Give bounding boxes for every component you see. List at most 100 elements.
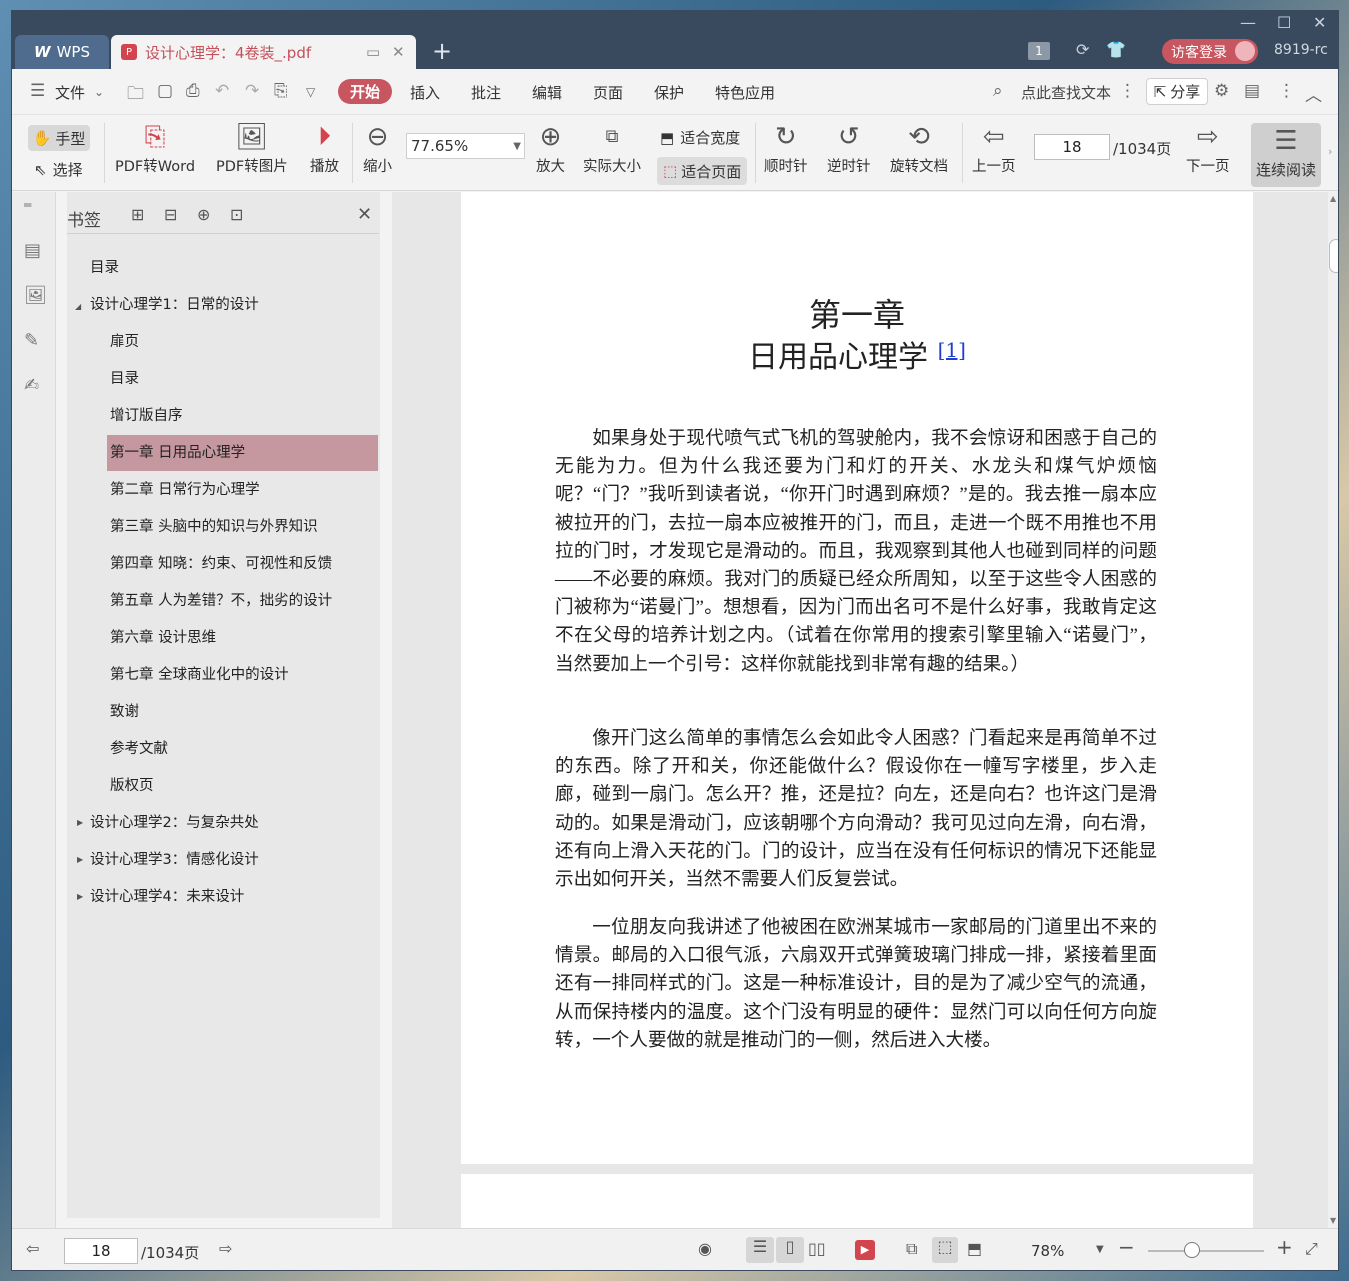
zoom-in-button[interactable]: ⊕ 放大 <box>536 119 565 176</box>
document-viewport[interactable]: 第一章 日用品心理学 [1] 如果身处于现代喷气式飞机的驾驶舱内，我不会惊讶和困… <box>392 192 1328 1228</box>
print-icon[interactable]: ⎙ <box>186 81 200 101</box>
collapse-ribbon-icon[interactable]: ︿ <box>1305 81 1322 106</box>
thumbnail-icon[interactable]: 🖼 <box>24 285 47 306</box>
next-page-button[interactable]: ⇨ 下一页 <box>1186 119 1230 176</box>
menu-start[interactable]: 开始 <box>338 79 393 104</box>
export-icon[interactable]: ⎘ <box>274 81 288 101</box>
page-number-input[interactable]: 18 <box>1034 134 1110 160</box>
expanded-triangle-icon[interactable]: ◢ <box>75 302 81 311</box>
undo-icon[interactable]: ↶ <box>215 81 229 101</box>
zoom-slider-track[interactable] <box>1148 1250 1264 1252</box>
select-tool-button[interactable]: ⇖ 选择 <box>34 159 83 180</box>
collapse-all-icon[interactable]: ⊟ <box>164 205 177 224</box>
minimize-icon[interactable]: — <box>1240 13 1256 32</box>
bookmark-item[interactable]: 第五章 人为差错？不，拙劣的设计 <box>110 583 332 619</box>
status-zoom-value[interactable]: 78% <box>1031 1242 1064 1260</box>
menu-insert[interactable]: 插入 <box>410 82 440 103</box>
bookmark-item[interactable]: 第三章 头脑中的知识与外界知识 <box>110 509 318 545</box>
menu-page[interactable]: 页面 <box>593 82 623 103</box>
fit-width-status-icon[interactable]: ⬒ <box>967 1239 982 1258</box>
play-status-icon[interactable]: ▶ <box>855 1240 875 1260</box>
play-button[interactable]: ⏵ 播放 <box>310 119 339 176</box>
sync-icon[interactable]: ⟳ <box>1076 40 1089 59</box>
bookmark-item[interactable]: 第四章 知晓：约束、可视性和反馈 <box>110 546 332 582</box>
more-vertical-icon[interactable]: ⋮ <box>1119 81 1136 101</box>
eye-protection-icon[interactable]: ◉ <box>698 1239 712 1258</box>
menu-annotate[interactable]: 批注 <box>471 82 501 103</box>
bookmark-item[interactable]: 设计心理学3：情感化设计 <box>90 842 259 878</box>
bookmark-item[interactable]: 第二章 日常行为心理学 <box>110 472 260 508</box>
continuous-reading-button[interactable]: ☰ 连续阅读 <box>1251 123 1321 187</box>
scrollbar-thumb[interactable] <box>1329 239 1338 273</box>
scroll-up-arrow-icon[interactable]: ▲ <box>1330 194 1336 203</box>
collapsed-triangle-icon[interactable]: ▶ <box>77 818 83 827</box>
bookmark-item[interactable]: 参考文献 <box>110 731 168 767</box>
rotate-counterclockwise-button[interactable]: ↺ 逆时针 <box>827 119 871 176</box>
signature-icon[interactable]: ✍ <box>24 375 39 396</box>
save-icon[interactable]: ▢ <box>157 81 173 101</box>
single-page-view-icon[interactable]: ▯ <box>776 1237 804 1263</box>
bookmark-item[interactable]: 版权页 <box>110 768 154 804</box>
zoom-level-select[interactable]: 77.65% ▼ <box>406 133 525 159</box>
two-page-view-icon[interactable]: ▯▯ <box>808 1239 826 1258</box>
zoom-out-button[interactable]: ⊖ 缩小 <box>363 119 392 176</box>
more-options-icon[interactable]: ⋮ <box>1278 81 1295 101</box>
close-window-icon[interactable]: ✕ <box>1313 13 1326 32</box>
new-tab-button[interactable]: + <box>432 39 452 63</box>
bookmark-item[interactable]: 增订版自序 <box>110 398 183 434</box>
ribbon-scroll-right-icon[interactable]: › <box>1328 145 1332 158</box>
footnote-link[interactable]: [1] <box>938 338 966 362</box>
guest-login-button[interactable]: 访客登录 <box>1162 39 1258 64</box>
close-panel-icon[interactable]: ✕ <box>357 204 372 225</box>
bookmark-item[interactable]: 第六章 设计思维 <box>110 620 216 656</box>
fit-page-status-icon[interactable]: ⬚ <box>932 1237 958 1263</box>
rotate-document-button[interactable]: ⟲ 旋转文档 <box>890 119 948 176</box>
bookmark-item-selected[interactable]: 第一章 日用品心理学 <box>107 435 378 471</box>
status-page-input[interactable]: 18 <box>64 1238 138 1264</box>
window-count-badge[interactable]: 1 <box>1028 42 1050 60</box>
bookmark-item[interactable]: 设计心理学4：未来设计 <box>90 879 244 915</box>
zoom-out-status-icon[interactable]: − <box>1118 1235 1135 1259</box>
chevron-down-icon[interactable]: ⌄ <box>94 85 104 99</box>
actual-size-status-icon[interactable]: ⧉ <box>906 1239 917 1259</box>
previous-page-status-icon[interactable]: ⇦ <box>26 1239 39 1258</box>
actual-size-button[interactable]: ⧉ 实际大小 <box>583 119 641 176</box>
annotation-icon[interactable]: ✎ <box>24 330 39 351</box>
bookmark-list-icon[interactable]: ▤ <box>24 240 41 261</box>
hand-tool-button[interactable]: ✋ 手型 <box>28 125 90 151</box>
settings-gear-icon[interactable]: ⚙ <box>1214 81 1229 101</box>
bookmark-item[interactable]: 目录 <box>90 250 119 286</box>
pdf-to-image-button[interactable]: 🖼 PDF转图片 <box>216 119 288 176</box>
vertical-scrollbar[interactable]: ▲ ▼ <box>1328 192 1338 1228</box>
zoom-in-status-icon[interactable]: + <box>1276 1235 1293 1259</box>
share-button[interactable]: ⇱ 分享 <box>1146 78 1208 105</box>
collapsed-triangle-icon[interactable]: ▶ <box>77 892 83 901</box>
bookmark-options-icon[interactable]: ⊡ <box>230 205 243 224</box>
menu-protect[interactable]: 保护 <box>654 82 684 103</box>
scroll-down-arrow-icon[interactable]: ▼ <box>1330 1216 1336 1225</box>
bookmark-item[interactable]: 设计心理学1：日常的设计 <box>90 287 259 323</box>
fit-width-button[interactable]: ⬒ 适合宽度 <box>660 127 740 148</box>
collapsed-triangle-icon[interactable]: ▶ <box>77 855 83 864</box>
bookmark-item[interactable]: 扉页 <box>110 324 139 360</box>
menu-special[interactable]: 特色应用 <box>715 82 775 103</box>
redo-icon[interactable]: ↷ <box>245 81 259 101</box>
close-tab-icon[interactable]: ✕ <box>392 43 405 61</box>
wps-home-tab[interactable]: W WPS <box>15 35 109 69</box>
bookmark-item[interactable]: 目录 <box>110 361 139 397</box>
continuous-view-icon[interactable]: ☰ <box>746 1237 774 1263</box>
maximize-icon[interactable]: ☐ <box>1277 13 1291 32</box>
next-page-status-icon[interactable]: ⇨ <box>219 1239 232 1258</box>
zoom-slider-knob[interactable] <box>1184 1242 1200 1258</box>
pin-window-icon[interactable]: ▭ <box>366 43 380 61</box>
fit-page-button[interactable]: ⬚ 适合页面 <box>657 157 747 185</box>
bookmark-item[interactable]: 设计心理学2：与复杂共处 <box>90 805 259 841</box>
menu-edit[interactable]: 编辑 <box>532 82 562 103</box>
fullscreen-icon[interactable]: ⤢ <box>1305 1239 1318 1259</box>
menu-file[interactable]: 文件 <box>55 82 85 103</box>
bookmark-item[interactable]: 第七章 全球商业化中的设计 <box>110 657 289 693</box>
zoom-dropdown-icon[interactable]: ▼ <box>1096 1244 1104 1255</box>
previous-page-button[interactable]: ⇦ 上一页 <box>972 119 1016 176</box>
pdf-to-word-button[interactable]: ⎘ PDF转Word <box>115 119 195 176</box>
hamburger-menu-icon[interactable]: ☰ <box>30 81 45 101</box>
